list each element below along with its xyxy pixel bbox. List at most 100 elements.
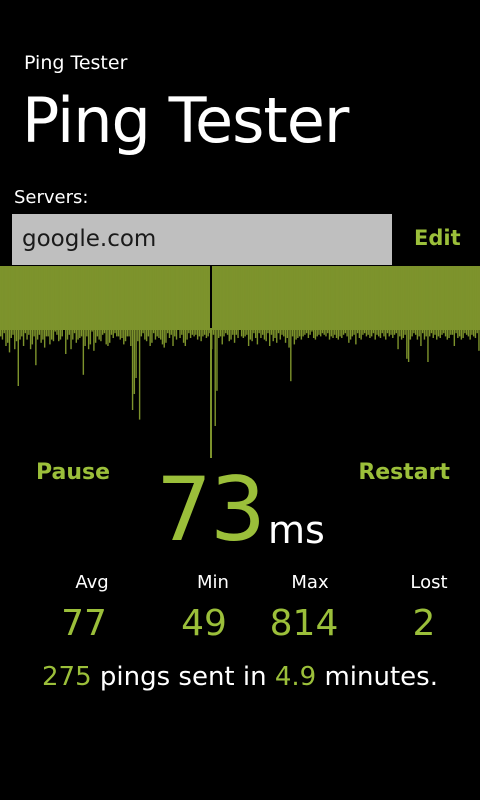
ping-bar — [237, 266, 239, 338]
ping-bar — [196, 266, 199, 340]
ping-bar — [181, 266, 183, 335]
ping-bar — [59, 266, 62, 340]
ping-bar — [436, 266, 438, 340]
ping-bar — [276, 266, 278, 343]
servers-label: Servers: — [14, 187, 89, 208]
ping-bar — [425, 266, 427, 337]
ping-bar — [167, 266, 169, 334]
ping-bar — [121, 266, 123, 338]
ping-bar — [191, 266, 194, 335]
ping-bar — [75, 266, 78, 343]
ping-bar — [327, 266, 329, 334]
ping-bar — [226, 266, 229, 335]
ping-bar — [7, 266, 9, 343]
ping-bar — [77, 266, 79, 340]
ping-bar — [471, 266, 473, 335]
ping-bar — [312, 266, 315, 338]
ping-bar — [43, 266, 46, 348]
ping-bar — [295, 266, 297, 340]
ping-bar — [256, 266, 259, 345]
ping-bar — [61, 266, 63, 337]
ping-bar — [138, 266, 141, 420]
ping-bar — [14, 266, 16, 350]
ping-bar — [193, 266, 195, 337]
ping-bar — [423, 266, 426, 340]
ping-bar — [316, 266, 318, 337]
ping-bar — [117, 266, 120, 337]
ping-bar — [367, 266, 369, 335]
ping-bar — [21, 266, 23, 337]
ping-bar — [105, 266, 107, 345]
ping-bar — [82, 266, 85, 375]
ping-bar — [335, 266, 338, 338]
ping-bar — [446, 266, 448, 340]
max-label: Max — [291, 572, 329, 593]
ping-bar — [12, 266, 14, 335]
ping-bar — [434, 266, 436, 335]
summary-line: 275 pings sent in 4.9 minutes. — [0, 662, 480, 692]
ping-bar — [404, 266, 406, 335]
ping-bar — [152, 266, 155, 334]
ping-bar — [263, 266, 266, 340]
ping-bar — [35, 266, 37, 366]
ping-bar — [89, 266, 92, 345]
ping-bar — [221, 266, 223, 345]
ping-bar — [290, 266, 292, 382]
ping-bar — [358, 266, 361, 338]
ping-bar — [100, 266, 102, 342]
elapsed-minutes: 4.9 — [274, 662, 317, 692]
ping-bar — [233, 266, 236, 343]
ping-bar — [144, 266, 146, 340]
ping-bar — [349, 266, 352, 340]
ping-bar — [393, 266, 396, 335]
ping-bar — [17, 266, 19, 386]
edit-button[interactable]: Edit — [414, 226, 461, 250]
ping-bar — [91, 266, 93, 332]
ping-bar — [207, 266, 209, 337]
ping-bar — [131, 266, 134, 410]
ping-bar — [133, 266, 136, 394]
ping-bar — [156, 266, 158, 337]
server-input[interactable]: google.com — [12, 214, 392, 265]
lost-label: Lost — [410, 572, 448, 593]
ping-bar — [286, 266, 288, 338]
ping-bar — [230, 266, 232, 340]
ping-bar — [297, 266, 299, 338]
ping-bar — [270, 266, 273, 335]
ping-bar — [56, 266, 58, 335]
ping-bar — [383, 266, 385, 337]
ping-bar — [212, 266, 215, 335]
ping-bar — [372, 266, 375, 334]
ping-bar — [254, 266, 257, 338]
ping-bar — [26, 266, 28, 340]
ping-bar — [370, 266, 373, 337]
ping-bar — [314, 266, 317, 340]
ping-bar — [96, 266, 99, 337]
ping-bar — [369, 266, 371, 338]
ping-bar — [186, 266, 188, 340]
ping-bar — [399, 266, 401, 337]
ping-bar — [450, 266, 452, 335]
ping-bar — [168, 266, 171, 338]
ping-bar — [84, 266, 86, 346]
ping-bar — [189, 266, 192, 338]
ping-bar — [462, 266, 464, 338]
ping-bar — [291, 266, 294, 337]
ping-bar — [94, 266, 97, 343]
ping-bar — [330, 266, 332, 337]
ping-bar — [474, 266, 477, 338]
ping-bar — [135, 266, 137, 378]
ping-bar — [165, 266, 167, 343]
ping-bar — [448, 266, 450, 338]
ping-bar — [311, 266, 313, 332]
ping-bar — [379, 266, 382, 338]
ping-bar — [101, 266, 104, 335]
ping-bar — [325, 266, 327, 337]
ping-bar — [258, 266, 260, 334]
ping-bar — [413, 266, 415, 334]
ping-bar — [203, 266, 206, 335]
ping-bar — [353, 266, 355, 335]
ping-bar — [79, 266, 81, 338]
ping-bar — [332, 266, 334, 338]
ping-bar — [29, 266, 32, 350]
